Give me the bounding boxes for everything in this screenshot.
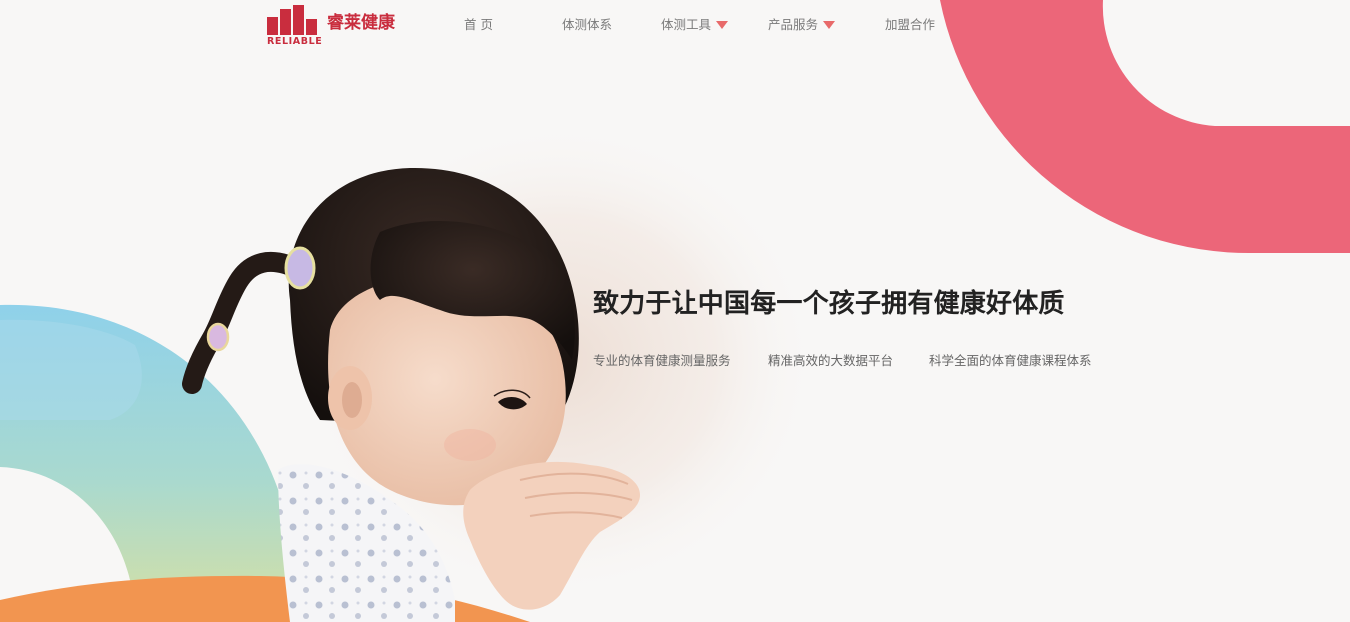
nav-item-testing-tools[interactable]: 体测工具 — [661, 16, 729, 34]
nav-item-products-services[interactable]: 产品服务 — [768, 16, 836, 34]
hero-feature-2: 精准高效的大数据平台 — [768, 353, 894, 368]
hair-tie-top — [284, 246, 316, 290]
caret-down-icon — [823, 21, 836, 29]
nav-item-label: 加盟合作 — [885, 17, 936, 32]
hero-tagline: 致力于让中国每一个孩子拥有健康好体质 — [593, 289, 1065, 319]
brand-logo[interactable]: RELIABLE 睿莱健康 — [267, 5, 402, 47]
brand-name-cn: 睿莱健康 — [327, 13, 395, 33]
hero-feature-3: 科学全面的体育健康课程体系 — [929, 353, 1092, 368]
nav-item-testing-system[interactable]: 体测体系 — [562, 16, 612, 34]
hair-tie-bottom — [206, 322, 230, 352]
hero-feature-1: 专业的体育健康测量服务 — [593, 353, 731, 368]
child-braid — [182, 252, 310, 394]
nav-item-home[interactable]: 首 页 — [464, 16, 493, 34]
page: RELIABLE 睿莱健康 首 页 体测体系 体测工具 产品服务 加盟合作 致力… — [0, 0, 1350, 622]
nav-item-label: 产品服务 — [768, 17, 819, 32]
nav-item-label: 体测工具 — [661, 17, 712, 32]
nav-item-franchise[interactable]: 加盟合作 — [885, 16, 935, 34]
logo-bars-icon — [267, 5, 317, 35]
nav-item-label: 首 页 — [464, 17, 493, 32]
nav-item-label: 体测体系 — [562, 17, 613, 32]
pink-arc-shape — [940, 0, 1350, 254]
brand-name-en: RELIABLE — [267, 36, 323, 47]
caret-down-icon — [716, 21, 729, 29]
